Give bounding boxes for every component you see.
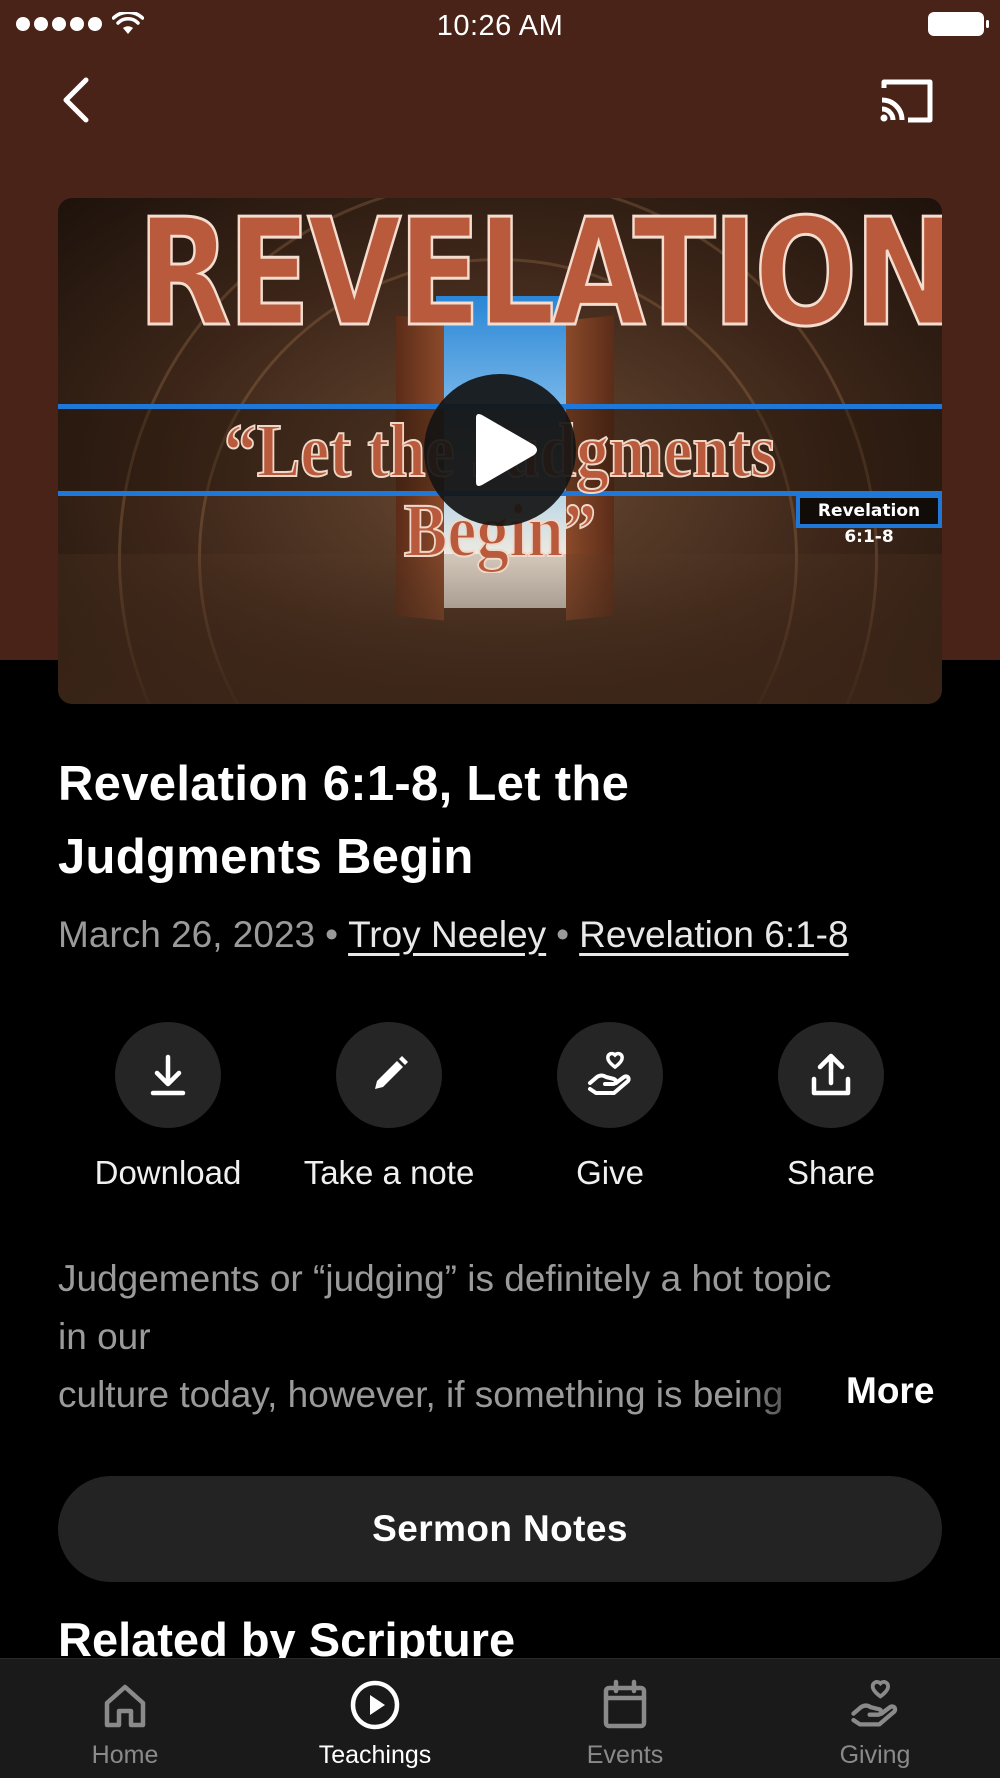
home-icon bbox=[104, 1684, 146, 1728]
tab-teachings[interactable]: Teachings bbox=[275, 1659, 475, 1778]
sermon-date: March 26, 2023 bbox=[58, 914, 316, 955]
calendar-icon bbox=[603, 1679, 647, 1729]
battery-icon bbox=[928, 12, 989, 36]
play-button[interactable] bbox=[424, 374, 576, 526]
download-button[interactable]: Download bbox=[68, 1022, 268, 1192]
tab-giving-label: Giving bbox=[839, 1741, 911, 1769]
description-line: in our bbox=[58, 1316, 151, 1357]
give-label: Give bbox=[576, 1154, 644, 1191]
take-note-label: Take a note bbox=[303, 1154, 475, 1191]
give-hand-heart-icon bbox=[851, 1680, 898, 1727]
give-hand-heart-icon bbox=[588, 1051, 631, 1095]
meta-separator: • bbox=[325, 914, 339, 955]
cast-icon[interactable] bbox=[878, 76, 936, 126]
share-button[interactable]: Share bbox=[731, 1022, 931, 1192]
pencil-icon bbox=[375, 1056, 408, 1089]
sermon-meta: March 26, 2023 • Troy Neeley • Revelation 6:… bbox=[58, 914, 849, 956]
ground bbox=[58, 554, 942, 704]
scripture-link[interactable]: Revelation 6:1-8 bbox=[579, 914, 848, 955]
status-bar: 10:26 AM bbox=[0, 0, 1000, 50]
description-fade bbox=[740, 1366, 850, 1424]
speaker-link[interactable]: Troy Neeley bbox=[348, 914, 546, 955]
meta-separator: • bbox=[556, 914, 570, 955]
give-button[interactable]: Give bbox=[510, 1022, 710, 1192]
download-icon bbox=[150, 1054, 186, 1096]
tab-teachings-label: Teachings bbox=[318, 1741, 432, 1769]
tab-events[interactable]: Events bbox=[525, 1659, 725, 1778]
status-time: 10:26 AM bbox=[436, 10, 564, 42]
video-scripture-tag: Revelation 6:1-8 bbox=[796, 494, 942, 547]
video-title-art: REVELATION bbox=[136, 198, 942, 359]
share-label: Share bbox=[786, 1154, 876, 1191]
sermon-title: Revelation 6:1-8, Let the Judgments Begi… bbox=[58, 757, 630, 884]
chevron-left-icon[interactable] bbox=[56, 72, 100, 128]
play-circle-icon bbox=[350, 1680, 400, 1730]
tab-home[interactable]: Home bbox=[25, 1659, 225, 1778]
play-icon bbox=[476, 414, 537, 486]
tab-bar: Home Teachings Events Giving bbox=[0, 1658, 1000, 1778]
download-label: Download bbox=[94, 1154, 242, 1191]
tab-giving[interactable]: Giving bbox=[775, 1659, 975, 1778]
description-line: Judgements or “judging” is definitely a … bbox=[58, 1258, 832, 1299]
more-button[interactable]: More bbox=[846, 1370, 934, 1412]
share-icon bbox=[811, 1053, 851, 1096]
take-note-button[interactable]: Take a note bbox=[289, 1022, 489, 1192]
video-player[interactable]: REVELATION “Let the Judgments Begin” Rev… bbox=[58, 198, 942, 704]
tab-events-label: Events bbox=[586, 1741, 664, 1769]
tab-home-label: Home bbox=[91, 1741, 159, 1769]
sermon-notes-button[interactable]: Sermon Notes bbox=[58, 1476, 942, 1582]
